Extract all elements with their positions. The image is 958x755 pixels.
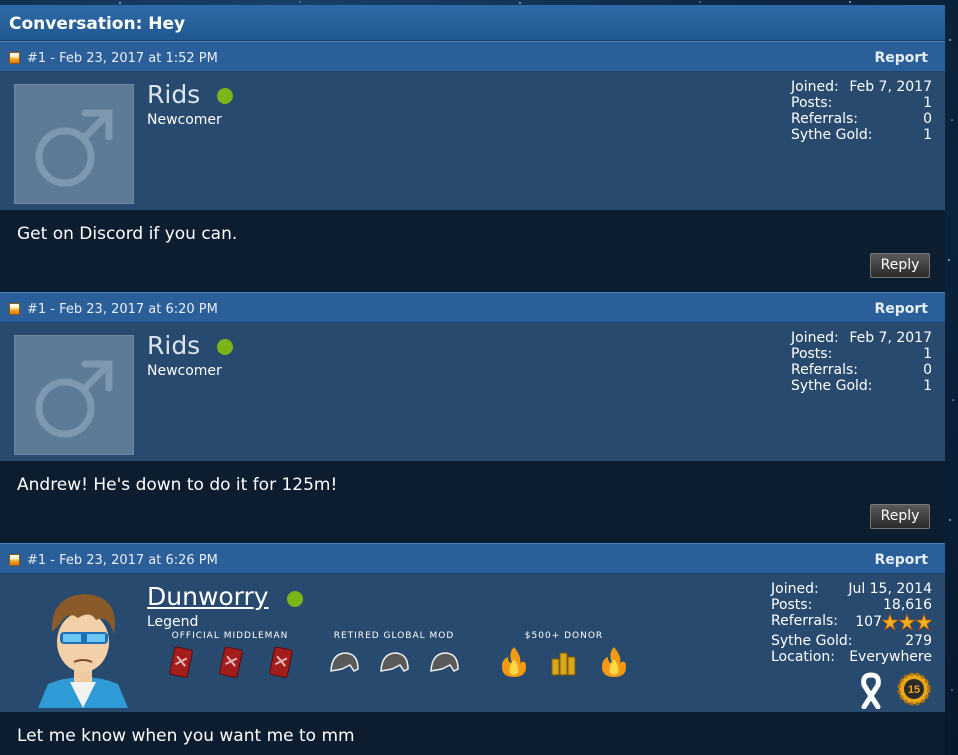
username[interactable]: Rids xyxy=(147,80,200,109)
posts-value: 1 xyxy=(923,346,932,362)
joined-label: Joined: xyxy=(771,581,819,597)
user-panel: Rids Newcomer Joined: Feb 7, 2017 Posts: 1… xyxy=(0,72,945,210)
award-title: RETIRED GLOBAL MOD xyxy=(333,631,455,641)
gold-label: Sythe Gold: xyxy=(771,633,853,649)
posts-label: Posts: xyxy=(771,597,813,613)
reply-button[interactable]: Reply xyxy=(870,253,930,278)
report-link[interactable]: Report xyxy=(874,301,928,317)
online-status-icon xyxy=(287,591,303,607)
middleman-card-icon xyxy=(269,646,293,678)
cartoon-avatar-icon xyxy=(38,594,128,708)
award-title: $500+ DONOR xyxy=(524,631,604,641)
gold-value: 1 xyxy=(923,378,932,394)
post-meta: #1 - Feb 23, 2017 at 6:26 PM xyxy=(27,553,218,568)
male-symbol-icon xyxy=(35,109,113,187)
reply-button[interactable]: Reply xyxy=(870,504,930,529)
conversation-title: Conversation: Hey xyxy=(0,5,945,41)
username[interactable]: Rids xyxy=(147,331,200,360)
award-group-middleman: OFFICIAL MIDDLEMAN xyxy=(164,631,296,679)
flame-icon xyxy=(502,647,526,677)
online-status-icon xyxy=(217,88,233,104)
avatar[interactable] xyxy=(30,584,136,708)
joined-label: Joined: xyxy=(791,330,839,346)
referrals-value: 0 xyxy=(923,111,932,127)
referrals-label: Referrals: xyxy=(791,111,858,127)
post-header: #1 - Feb 23, 2017 at 6:26 PM Report xyxy=(0,543,945,574)
message-text: Andrew! He's down to do it for 125m! xyxy=(17,475,338,495)
referrals-label: Referrals: xyxy=(791,362,858,378)
gold-coins-icon xyxy=(551,652,576,676)
message-body: Andrew! He's down to do it for 125m! Rep… xyxy=(0,461,945,543)
helmet-icon xyxy=(330,652,359,672)
message-body: Get on Discord if you can. Reply xyxy=(0,210,945,292)
posts-value: 1 xyxy=(923,95,932,111)
joined-value: Feb 7, 2017 xyxy=(849,79,932,95)
user-stats: Joined: Feb 7, 2017 Posts: 1 Referrals: 0 S… xyxy=(791,330,932,394)
helmet-icon xyxy=(430,652,459,672)
referral-stars-icon xyxy=(882,613,932,631)
joined-value: Feb 7, 2017 xyxy=(849,330,932,346)
svg-text:15: 15 xyxy=(908,684,920,696)
ribbon-icon xyxy=(861,672,881,709)
location-value: Everywhere xyxy=(849,649,932,665)
message-body: Let me know when you want me to mm xyxy=(0,712,945,755)
gold-label: Sythe Gold: xyxy=(791,378,873,394)
helmet-icon xyxy=(380,652,409,672)
flame-icon xyxy=(602,647,626,677)
post-header: #1 - Feb 23, 2017 at 6:20 PM Report xyxy=(0,292,945,323)
gold-label: Sythe Gold: xyxy=(791,127,873,143)
posts-label: Posts: xyxy=(791,346,833,362)
referrals-label: Referrals: xyxy=(771,613,838,629)
award-title: OFFICIAL MIDDLEMAN xyxy=(171,631,289,641)
post: #1 - Feb 23, 2017 at 6:20 PM Report Rids… xyxy=(0,292,945,543)
post-icon xyxy=(9,303,20,315)
report-link[interactable]: Report xyxy=(874,552,928,568)
fifteen-year-badge-icon: 15 xyxy=(897,672,931,706)
online-status-icon xyxy=(217,339,233,355)
avatar[interactable] xyxy=(14,335,134,455)
post-icon xyxy=(9,554,20,566)
message-text: Let me know when you want me to mm xyxy=(17,726,355,746)
gold-value: 1 xyxy=(923,127,932,143)
post-meta: #1 - Feb 23, 2017 at 6:20 PM xyxy=(27,302,218,317)
user-panel: Rids Newcomer Joined: Feb 7, 2017 Posts: 1… xyxy=(0,323,945,461)
referrals-value: 0 xyxy=(923,362,932,378)
username[interactable]: Dunworry xyxy=(147,582,269,611)
post-header: #1 - Feb 23, 2017 at 1:52 PM Report xyxy=(0,41,945,72)
user-stats: Joined: Feb 7, 2017 Posts: 1 Referrals: 0 S… xyxy=(791,79,932,143)
middleman-card-icon xyxy=(169,646,193,678)
post-icon xyxy=(9,52,20,64)
user-panel: Dunworry Legend OFFICIAL MIDDLEMAN RETIR… xyxy=(0,574,945,712)
conversation-frame: Conversation: Hey #1 - Feb 23, 2017 at 1… xyxy=(0,5,945,755)
joined-value: Jul 15, 2014 xyxy=(848,581,932,597)
male-symbol-icon xyxy=(35,360,113,438)
referrals-value: 107 xyxy=(855,614,882,630)
report-link[interactable]: Report xyxy=(874,50,928,66)
user-stats: Joined: Jul 15, 2014 Posts: 18,616 Referra… xyxy=(771,581,932,709)
award-group-donor: $500+ DONOR xyxy=(498,631,630,679)
post: #1 - Feb 23, 2017 at 1:52 PM Report Rids… xyxy=(0,41,945,292)
middleman-card-icon xyxy=(219,646,243,678)
award-group-retired-mod: RETIRED GLOBAL MOD xyxy=(328,631,460,679)
user-title: Newcomer xyxy=(147,363,222,379)
location-label: Location: xyxy=(771,649,835,665)
post: #1 - Feb 23, 2017 at 6:26 PM Report Dunw xyxy=(0,543,945,755)
post-meta: #1 - Feb 23, 2017 at 1:52 PM xyxy=(27,51,218,66)
posts-value: 18,616 xyxy=(883,597,932,613)
joined-label: Joined: xyxy=(791,79,839,95)
message-text: Get on Discord if you can. xyxy=(17,224,238,244)
gold-value: 279 xyxy=(905,633,932,649)
user-title: Legend xyxy=(147,614,199,630)
posts-label: Posts: xyxy=(791,95,833,111)
user-title: Newcomer xyxy=(147,112,222,128)
avatar[interactable] xyxy=(14,84,134,204)
